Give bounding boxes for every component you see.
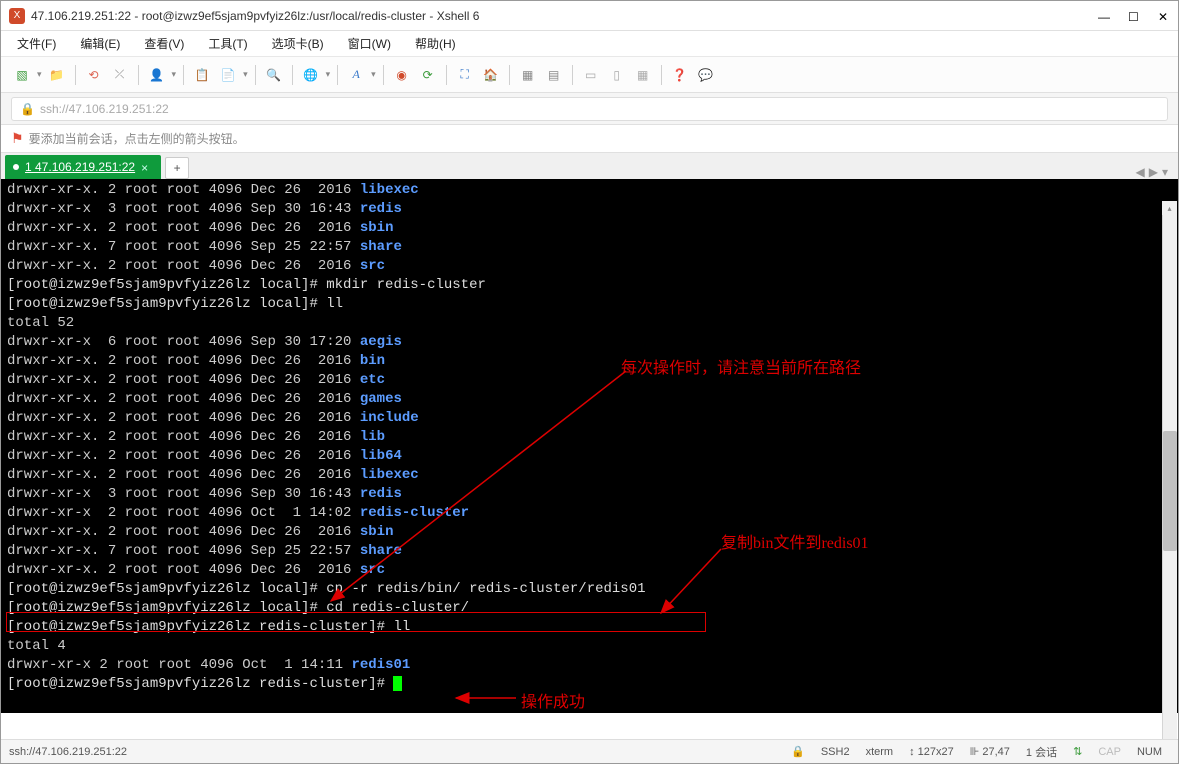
menu-view[interactable]: 查看(V) xyxy=(140,32,188,55)
layout1-icon[interactable]: ▭ xyxy=(580,64,602,86)
close-button[interactable]: ✕ xyxy=(1158,10,1170,22)
tab-close-icon[interactable]: × xyxy=(141,161,153,173)
grid2-icon[interactable]: ▤ xyxy=(543,64,565,86)
reconnect-icon[interactable]: ⟲ xyxy=(83,64,105,86)
address-bar: 🔒 ssh://47.106.219.251:22 xyxy=(1,93,1178,125)
status-bar: ssh://47.106.219.251:22 🔒 SSH2 xterm ↕ 1… xyxy=(1,739,1178,763)
app-icon: X xyxy=(9,8,25,24)
new-session-icon[interactable]: ▧ xyxy=(11,64,33,86)
status-address: ssh://47.106.219.251:22 xyxy=(9,746,783,758)
globe-icon[interactable]: 🌐 xyxy=(300,64,322,86)
refresh-icon[interactable]: ⟳ xyxy=(417,64,439,86)
scrollbar-thumb[interactable] xyxy=(1163,431,1177,551)
window-controls: — ☐ ✕ xyxy=(1098,10,1170,22)
status-cap: CAP xyxy=(1098,746,1121,758)
lock-icon: 🔒 xyxy=(20,102,35,116)
menu-edit[interactable]: 编辑(E) xyxy=(76,32,124,55)
font-icon[interactable]: A xyxy=(345,64,367,86)
flag-icon: ⚑ xyxy=(11,130,24,147)
status-updown-icon: ⇅ xyxy=(1073,745,1082,758)
tab-active[interactable]: 1 47.106.219.251:22 × xyxy=(5,155,161,179)
menu-file[interactable]: 文件(F) xyxy=(13,32,60,55)
window-title: 47.106.219.251:22 - root@izwz9ef5sjam9pv… xyxy=(31,9,1098,23)
status-sessions: 1 会话 xyxy=(1026,744,1057,760)
address-text: ssh://47.106.219.251:22 xyxy=(40,102,169,116)
tab-bar: 1 47.106.219.251:22 × + ◀ ▶ ▾ xyxy=(1,153,1178,179)
tab-next-icon[interactable]: ▶ xyxy=(1149,165,1158,179)
tab-menu-icon[interactable]: ▾ xyxy=(1162,165,1168,179)
paste-icon[interactable]: 📄 xyxy=(217,64,239,86)
open-folder-icon[interactable]: 📁 xyxy=(46,64,68,86)
menu-tools[interactable]: 工具(T) xyxy=(204,32,251,55)
status-num: NUM xyxy=(1137,746,1162,758)
copy-icon[interactable]: 📋 xyxy=(191,64,213,86)
menu-tabs[interactable]: 选项卡(B) xyxy=(268,32,328,55)
home-icon[interactable]: 🏠 xyxy=(480,64,502,86)
minimize-button[interactable]: — xyxy=(1098,10,1110,22)
status-size: ↕ 127x27 xyxy=(909,746,954,758)
fullscreen-icon[interactable]: ⛶ xyxy=(454,64,476,86)
tab-label: 1 47.106.219.251:22 xyxy=(25,160,135,174)
lock-icon: 🔒 xyxy=(791,745,805,758)
menubar: 文件(F) 编辑(E) 查看(V) 工具(T) 选项卡(B) 窗口(W) 帮助(… xyxy=(1,31,1178,57)
status-cursor: ⊪ 27,47 xyxy=(970,745,1010,758)
grid1-icon[interactable]: ▦ xyxy=(517,64,539,86)
status-term: xterm xyxy=(866,746,894,758)
layout3-icon[interactable]: ▦ xyxy=(632,64,654,86)
titlebar: X 47.106.219.251:22 - root@izwz9ef5sjam9… xyxy=(1,1,1178,31)
disconnect-icon[interactable]: ⤫ xyxy=(109,64,131,86)
menu-window[interactable]: 窗口(W) xyxy=(344,32,395,55)
chat-icon[interactable]: 💬 xyxy=(695,64,717,86)
profile-icon[interactable]: 👤 xyxy=(146,64,168,86)
help-icon[interactable]: ❓ xyxy=(669,64,691,86)
status-ssh: SSH2 xyxy=(821,746,850,758)
terminal[interactable]: drwxr-xr-x. 2 root root 4096 Dec 26 2016… xyxy=(1,179,1178,713)
menu-help[interactable]: 帮助(H) xyxy=(411,32,460,55)
tab-add-button[interactable]: + xyxy=(165,157,189,179)
address-input[interactable]: 🔒 ssh://47.106.219.251:22 xyxy=(11,97,1168,121)
maximize-button[interactable]: ☐ xyxy=(1128,10,1140,22)
find-icon[interactable]: 🔍 xyxy=(263,64,285,86)
layout2-icon[interactable]: ▯ xyxy=(606,64,628,86)
tab-status-dot xyxy=(13,164,19,170)
toolbar: ▧ ▾ 📁 ⟲ ⤫ 👤 ▾ 📋 📄 ▾ 🔍 🌐 ▾ A ▾ ◉ ⟳ ⛶ 🏠 ▦ … xyxy=(1,57,1178,93)
hint-bar: ⚑ 要添加当前会话，点击左侧的箭头按钮。 xyxy=(1,125,1178,153)
scroll-up-arrow[interactable]: ▴ xyxy=(1162,201,1177,215)
hint-text: 要添加当前会话，点击左侧的箭头按钮。 xyxy=(29,130,245,147)
xshell-icon[interactable]: ◉ xyxy=(391,64,413,86)
tab-prev-icon[interactable]: ◀ xyxy=(1136,165,1145,179)
